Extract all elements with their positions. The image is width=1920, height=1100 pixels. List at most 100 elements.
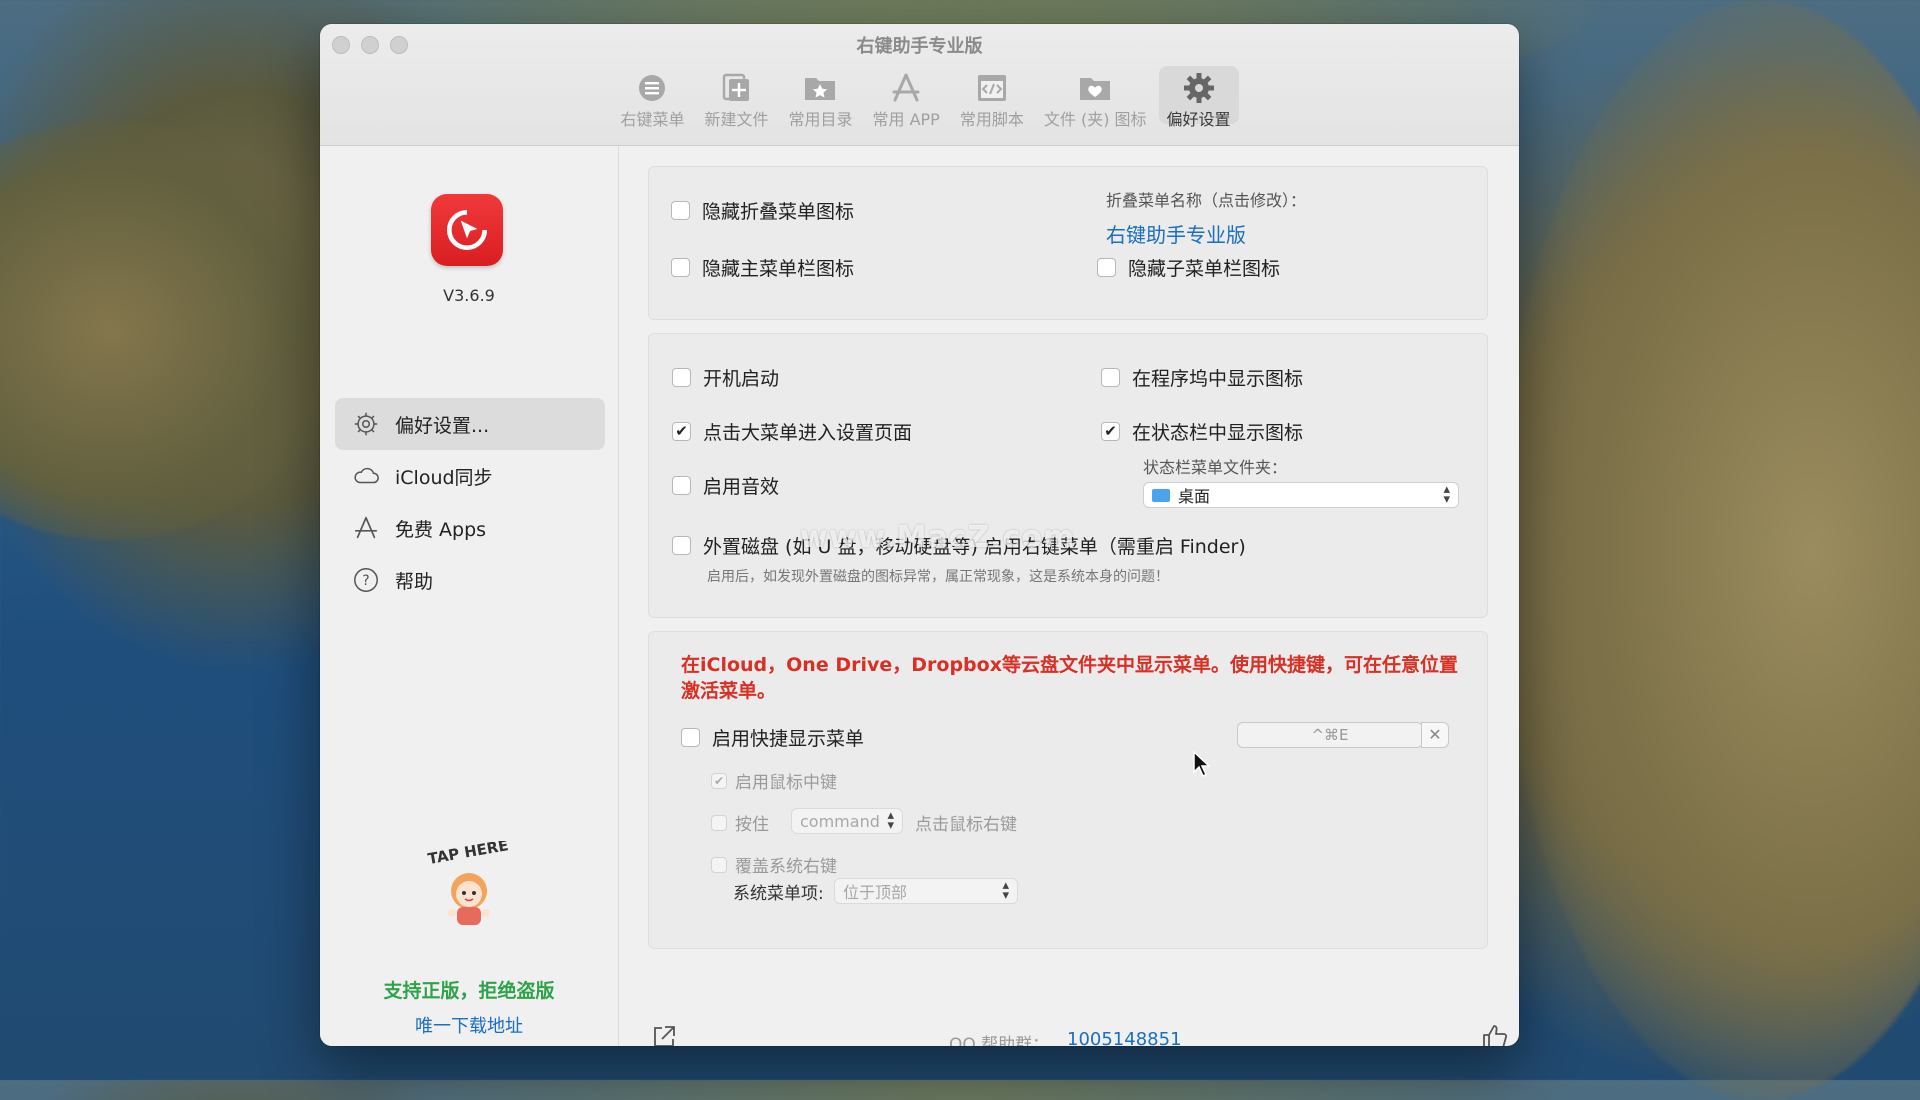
hide-fold-icon-option[interactable]: 隐藏折叠菜单图标 (671, 197, 854, 224)
qq-group-label: QQ 帮助群： (949, 1035, 1050, 1046)
system-menu-label: 系统菜单项: (733, 884, 824, 904)
statusbar-folder-select[interactable]: 桌面 ▴ ▾ (1143, 482, 1459, 508)
option-label: 在状态栏中显示图标 (1132, 422, 1304, 444)
hold-key-select[interactable]: command ▴ ▾ (791, 808, 903, 834)
show-in-statusbar-checkbox[interactable]: ✔ (1101, 422, 1120, 441)
sidebar-nav: 偏好设置... iCloud同步 免费 Apps ? 帮助 (335, 398, 605, 606)
tab-common-apps[interactable]: 常用 APP (865, 66, 948, 129)
override-right-option[interactable]: 覆盖系统右键 (711, 852, 837, 877)
show-in-dock-option[interactable]: 在程序坞中显示图标 (1101, 364, 1303, 391)
app-version: V3.6.9 (443, 286, 495, 305)
option-label: 点击大菜单进入设置页面 (703, 422, 913, 444)
app-logo-icon (431, 194, 503, 266)
app-store-icon (888, 72, 924, 104)
help-icon: ? (351, 565, 381, 595)
tab-common-scripts[interactable]: 常用脚本 (952, 66, 1032, 129)
sidebar-item-label: 帮助 (395, 570, 434, 593)
system-menu-select[interactable]: 位于顶部 ▴ ▾ (834, 878, 1018, 904)
sidebar-item-label: iCloud同步 (395, 466, 493, 489)
sidebar: V3.6.9 偏好设置... iCloud同步 免费 Apps ? 帮助 TAP… (320, 146, 619, 1046)
option-label: 隐藏子菜单栏图标 (1128, 258, 1281, 280)
svg-text:?: ? (362, 573, 369, 589)
cloud-menu-description: 在iCloud，One Drive，Dropbox等云盘文件夹中显示菜单。使用快… (681, 654, 1458, 702)
external-disk-checkbox[interactable] (672, 536, 691, 555)
enable-sound-option[interactable]: 启用音效 (672, 472, 779, 499)
open-external-icon[interactable] (651, 1024, 677, 1046)
click-big-menu-checkbox[interactable]: ✔ (672, 422, 691, 441)
sidebar-item-label: 偏好设置... (395, 414, 490, 437)
option-label: 启用音效 (703, 476, 780, 498)
tab-common-folders[interactable]: 常用目录 (780, 66, 860, 129)
mouse-cursor-icon (1192, 750, 1211, 778)
option-label: 按住 (735, 815, 769, 835)
shortcut-panel: 在iCloud，One Drive，Dropbox等云盘文件夹中显示菜单。使用快… (648, 631, 1488, 949)
select-value: 位于顶部 (843, 883, 908, 902)
tab-label: 偏好设置 (1166, 110, 1231, 129)
general-panel: 开机启动 ✔ 点击大菜单进入设置页面 启用音效 外置磁盘 (如 U 盘，移动硬盘… (648, 333, 1488, 618)
hold-key-suffix: 点击鼠标右键 (915, 815, 1017, 835)
chevron-up-down-icon: ▴ ▾ (887, 808, 894, 833)
qq-group-number[interactable]: 1005148851 (1067, 1029, 1182, 1046)
tab-right-click-menu[interactable]: 右键菜单 (612, 66, 692, 129)
folder-heart-icon (1077, 72, 1113, 104)
hide-sub-icon-checkbox[interactable] (1097, 258, 1116, 277)
tab-folder-icons[interactable]: 文件 (夹) 图标 (1036, 66, 1155, 129)
folder-star-icon (802, 72, 838, 104)
fold-menu-name-label: 折叠菜单名称（点击修改）： (1106, 191, 1307, 210)
enable-shortcut-option[interactable]: 启用快捷显示菜单 (681, 724, 864, 751)
option-label: 在程序坞中显示图标 (1132, 368, 1304, 390)
titlebar: 右键助手专业版 右键菜单 新建文件 常用目录 常用 APP 常用脚本 文件 (夹… (320, 24, 1519, 146)
show-in-dock-checkbox[interactable] (1101, 368, 1120, 387)
option-label: 启用鼠标中键 (735, 773, 837, 793)
clear-shortcut-button[interactable]: ✕ (1421, 722, 1449, 748)
statusbar-folder-label: 状态栏菜单文件夹： (1143, 458, 1288, 477)
tab-new-file[interactable]: 新建文件 (696, 66, 776, 129)
middle-click-checkbox[interactable]: ✔ (711, 772, 727, 789)
override-right-checkbox[interactable] (711, 856, 727, 873)
fold-menu-name-link[interactable]: 右键助手专业版 (1106, 219, 1246, 248)
tab-label: 右键菜单 (620, 110, 685, 129)
menu-list-icon (634, 72, 670, 104)
enable-shortcut-checkbox[interactable] (681, 728, 700, 747)
sidebar-item-preferences[interactable]: 偏好设置... (335, 398, 605, 450)
sidebar-item-free-apps[interactable]: 免费 Apps (335, 502, 605, 554)
gear-outline-icon (351, 409, 381, 439)
folder-icon (1152, 488, 1170, 502)
thumbs-up-icon[interactable] (1479, 1022, 1509, 1046)
app-store-icon (351, 513, 381, 543)
option-label: 开机启动 (703, 368, 780, 390)
select-value: 桌面 (1178, 487, 1211, 506)
tab-preferences[interactable]: 偏好设置 (1158, 66, 1239, 129)
enable-sound-checkbox[interactable] (672, 476, 691, 495)
tab-label: 文件 (夹) 图标 (1043, 110, 1147, 129)
watermark-text: www.MacZ.com (800, 520, 1076, 555)
support-genuine-text: 支持正版，拒绝盗版 (383, 980, 555, 1002)
click-big-menu-option[interactable]: ✔ 点击大菜单进入设置页面 (672, 418, 912, 445)
hide-main-icon-option[interactable]: 隐藏主菜单栏图标 (671, 254, 854, 281)
shortcut-recorder-field[interactable]: ^⌘E (1237, 722, 1423, 748)
hide-fold-icon-checkbox[interactable] (671, 201, 690, 220)
sidebar-item-icloud-sync[interactable]: iCloud同步 (335, 450, 605, 502)
launch-at-login-checkbox[interactable] (672, 368, 691, 387)
middle-click-option[interactable]: ✔ 启用鼠标中键 (711, 768, 837, 793)
hold-key-option[interactable]: 按住 (711, 810, 769, 835)
show-in-statusbar-option[interactable]: ✔ 在状态栏中显示图标 (1101, 418, 1303, 445)
window-title: 右键助手专业版 (856, 36, 983, 57)
new-file-icon (718, 72, 754, 104)
hide-sub-icon-option[interactable]: 隐藏子菜单栏图标 (1097, 254, 1280, 281)
sidebar-item-label: 免费 Apps (395, 518, 487, 541)
svg-text:TAP HERE: TAP HERE (426, 841, 509, 868)
sidebar-item-help[interactable]: ? 帮助 (335, 554, 605, 606)
hold-key-checkbox[interactable] (711, 814, 727, 831)
mascot-tap-here-image[interactable]: TAP HERE (424, 836, 514, 931)
toolbar: 右键菜单 新建文件 常用目录 常用 APP 常用脚本 文件 (夹) 图标 偏好设… (320, 66, 1519, 129)
option-label: 启用快捷显示菜单 (712, 728, 865, 750)
gear-icon (1181, 72, 1217, 104)
tab-label: 常用目录 (788, 110, 853, 129)
chevron-up-down-icon: ▴ ▾ (1443, 482, 1450, 507)
option-label: 隐藏主菜单栏图标 (702, 258, 855, 280)
hide-main-icon-checkbox[interactable] (671, 258, 690, 277)
launch-at-login-option[interactable]: 开机启动 (672, 364, 779, 391)
external-disk-hint: 启用后，如发现外置磁盘的图标异常，属正常现象，这是系统本身的问题！ (707, 569, 1169, 585)
download-link[interactable]: 唯一下载地址 (320, 1012, 618, 1038)
